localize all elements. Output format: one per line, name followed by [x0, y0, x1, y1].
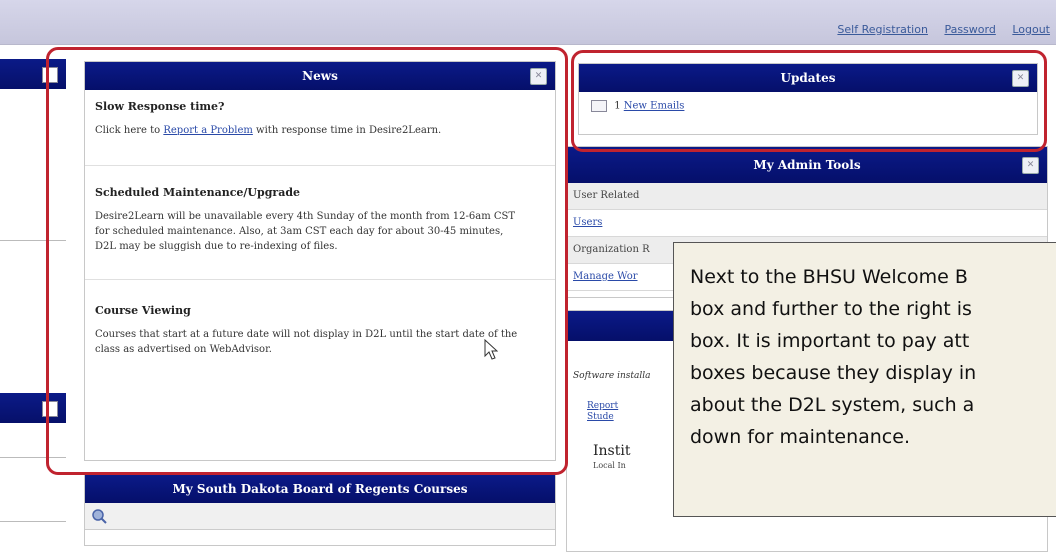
- self-registration-link[interactable]: Self Registration: [837, 23, 928, 36]
- callout-line: boxes because they display in: [690, 362, 977, 384]
- callout-line: Next to the BHSU Welcome B: [690, 266, 968, 288]
- callout-box: Next to the BHSU Welcome B box and furth…: [673, 242, 1056, 517]
- courses-panel: My South Dakota Board of Regents Courses: [84, 474, 556, 546]
- updates-highlight: [571, 50, 1047, 152]
- top-bar: Self Registration Password Logout: [0, 0, 1056, 45]
- courses-header: My South Dakota Board of Regents Courses: [85, 475, 555, 503]
- admin-row: User Related: [567, 183, 1047, 210]
- callout-line: box and further to the right is: [690, 298, 972, 320]
- search-icon[interactable]: [91, 508, 107, 524]
- admin-tools-title: My Admin Tools: [753, 158, 861, 172]
- courses-title: My South Dakota Board of Regents Courses: [172, 482, 468, 496]
- callout-line: box. It is important to pay att: [690, 330, 970, 352]
- callout-line: down for maintenance.: [690, 426, 910, 448]
- cursor-icon: [484, 339, 498, 360]
- news-highlight: [46, 47, 568, 475]
- admin-tools-header: My Admin Tools ✕: [567, 147, 1047, 183]
- student-link[interactable]: Stude: [587, 412, 614, 422]
- top-links: Self Registration Password Logout: [824, 23, 1050, 36]
- callout-line: about the D2L system, such a: [690, 394, 975, 416]
- divider: [0, 521, 66, 522]
- logout-link[interactable]: Logout: [1012, 23, 1050, 36]
- admin-row: Users: [567, 210, 1047, 237]
- collapse-icon[interactable]: ✕: [1022, 157, 1039, 174]
- courses-toolbar: [85, 503, 555, 530]
- report-link[interactable]: Report: [587, 401, 618, 411]
- password-link[interactable]: Password: [944, 23, 995, 36]
- users-link[interactable]: Users: [573, 217, 602, 228]
- manage-link[interactable]: Manage Wor: [573, 271, 638, 282]
